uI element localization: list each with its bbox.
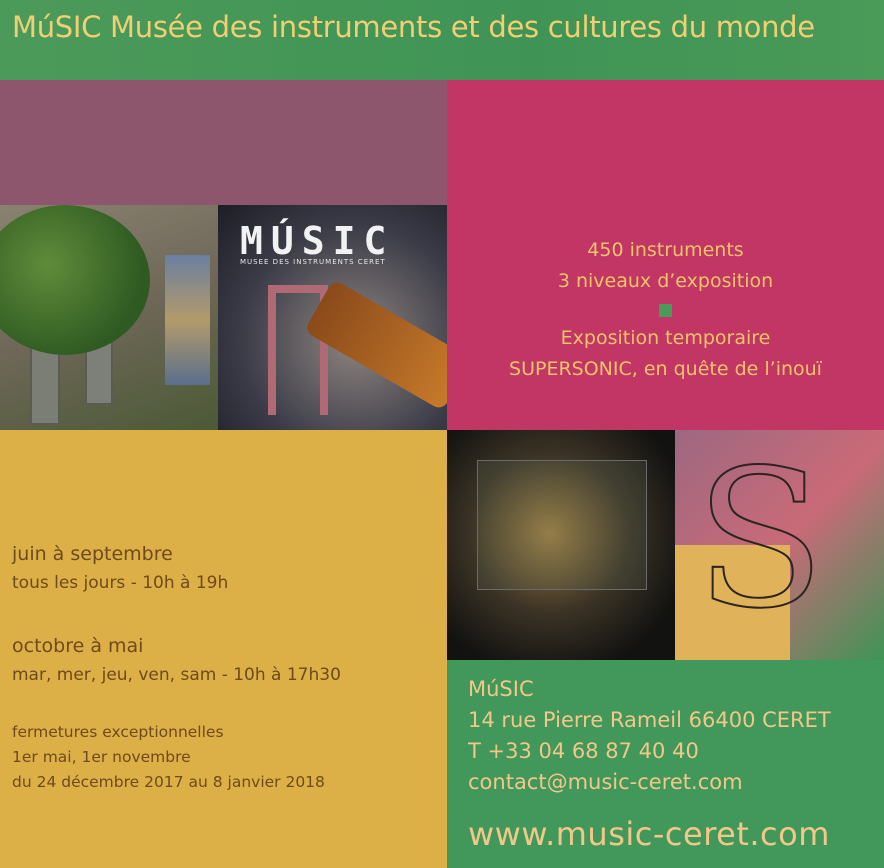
temporary-exhibition-label: Exposition temporaire xyxy=(560,327,771,349)
square-bullet-icon xyxy=(659,304,672,317)
window-shutter xyxy=(30,345,60,425)
phone: T +33 04 68 87 40 40 xyxy=(468,739,699,763)
website-link[interactable]: www.music-ceret.com xyxy=(468,815,830,853)
closures-dates-2: du 24 décembre 2017 au 8 janvier 2018 xyxy=(12,773,325,791)
closures-dates-1: 1er mai, 1er novembre xyxy=(12,748,191,766)
closures-title: fermetures exceptionnelles xyxy=(12,723,224,741)
temporary-exhibition-title: SUPERSONIC, en quête de l’inouï xyxy=(509,358,822,380)
tree xyxy=(0,205,150,355)
summer-hours-text: tous les jours - 10h à 19h xyxy=(12,573,229,593)
exhibition-info: 450 instruments 3 niveaux d’exposition E… xyxy=(447,235,884,385)
mauve-block xyxy=(0,80,447,205)
winter-hours-title: octobre à mai xyxy=(12,635,144,657)
music-logo-photo: MÚSIC MUSEE DES INSTRUMENTS CERET xyxy=(218,205,447,430)
exhibition-levels: 3 niveaux d’exposition xyxy=(557,270,774,292)
harp-s-drawing: S xyxy=(694,429,826,650)
instrument-count: 450 instruments xyxy=(587,239,744,261)
summer-hours-title: juin à septembre xyxy=(12,543,173,565)
email-link[interactable]: contact@music-ceret.com xyxy=(468,767,831,798)
winter-hours-text: mar, mer, jeu, ven, sam - 10h à 17h30 xyxy=(12,665,341,685)
logo-text: MÚSIC xyxy=(240,219,395,263)
logo-subtitle: MUSEE DES INSTRUMENTS CERET xyxy=(240,258,386,266)
museum-name: MúSIC xyxy=(468,677,534,701)
page-title: MúSIC Musée des instruments et des cultu… xyxy=(12,10,815,44)
museum-facade-photo xyxy=(0,205,218,430)
address: 14 rue Pierre Rameil 66400 CERET xyxy=(468,708,831,732)
display-case xyxy=(477,460,647,590)
wall-mural xyxy=(165,255,210,385)
museum-interior-photo xyxy=(447,430,675,660)
contact-details: MúSIC 14 rue Pierre Rameil 66400 CERET T… xyxy=(468,674,831,798)
instrument-sketch-image: S xyxy=(675,430,884,660)
